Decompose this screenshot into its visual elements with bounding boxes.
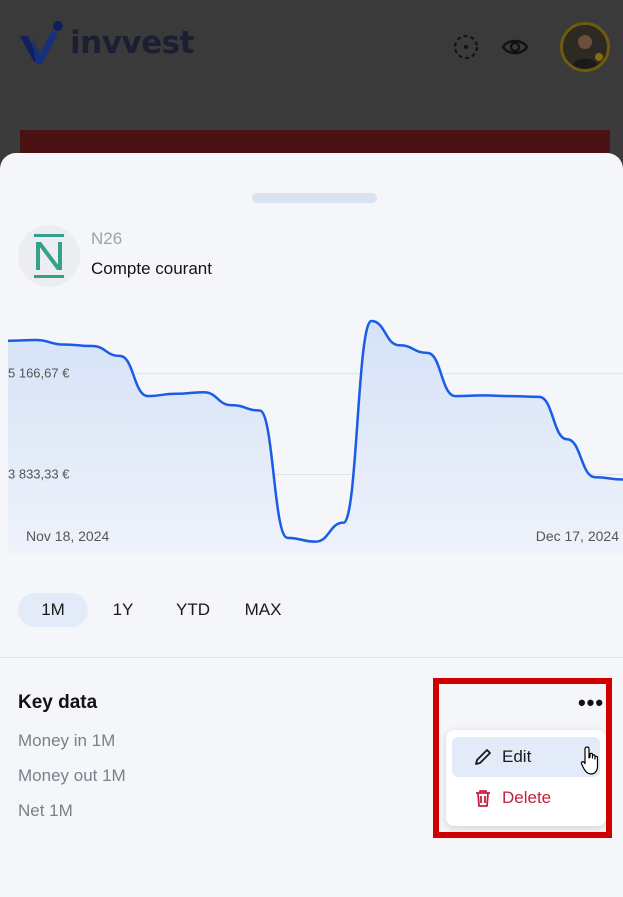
logo-mark-icon xyxy=(20,21,63,64)
x-tick-label-end: Dec 17, 2024 xyxy=(536,528,619,544)
money-in-label: Money in 1M xyxy=(18,731,116,750)
account-name: Compte courant xyxy=(91,259,212,278)
balance-chart[interactable]: 5 166,67 € 3 833,33 € Nov 18, 2024 Dec 1… xyxy=(0,313,623,553)
net-label: Net 1M xyxy=(18,801,73,820)
eye-icon[interactable] xyxy=(501,33,529,61)
bank-name: N26 xyxy=(91,229,123,248)
money-out-label: Money out 1M xyxy=(18,766,126,785)
user-avatar[interactable] xyxy=(560,22,610,72)
range-tabs: 1M 1Y YTD MAX xyxy=(18,593,298,627)
tab-1m[interactable]: 1M xyxy=(18,593,88,627)
avatar-image xyxy=(563,25,607,69)
section-divider xyxy=(0,657,623,658)
tab-1y[interactable]: 1Y xyxy=(88,593,158,627)
logo-text: invvest xyxy=(70,25,194,61)
tab-ytd[interactable]: YTD xyxy=(158,593,228,627)
n26-logo-icon xyxy=(34,234,64,278)
y-tick-label: 3 833,33 € xyxy=(8,467,70,482)
app-header: invvest xyxy=(0,0,623,160)
key-data-title: Key data xyxy=(18,692,98,713)
y-tick-label: 5 166,67 € xyxy=(8,366,70,381)
app-logo[interactable]: invvest xyxy=(18,20,194,66)
hand-cursor-icon xyxy=(580,746,599,775)
sheet-drag-handle[interactable] xyxy=(252,193,377,203)
target-dashed-icon[interactable] xyxy=(452,33,480,61)
bank-logo xyxy=(18,225,80,287)
x-tick-label-start: Nov 18, 2024 xyxy=(26,528,109,544)
tab-max[interactable]: MAX xyxy=(228,593,298,627)
